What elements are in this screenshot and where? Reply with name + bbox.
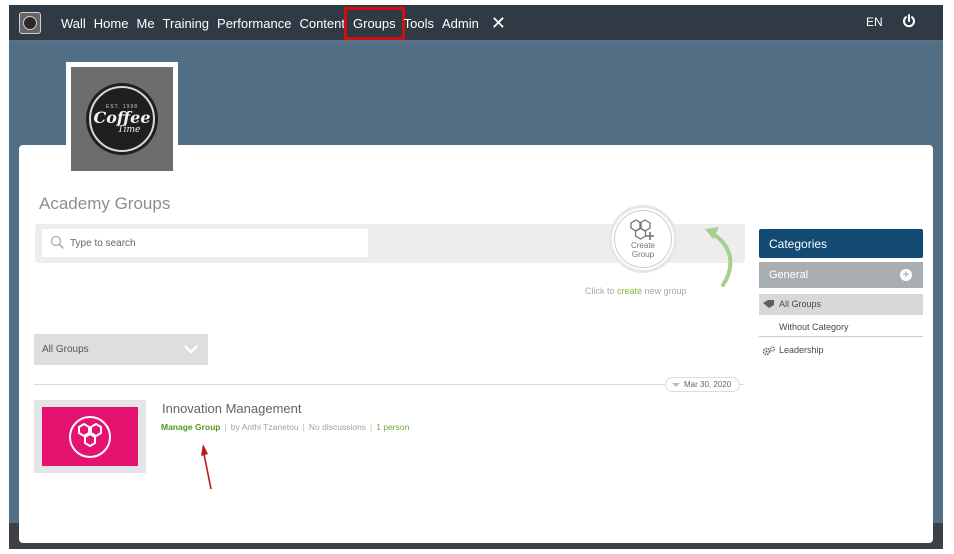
coffee-time-logo-icon: EST. 1998 Coffee Time [89, 86, 155, 152]
search-icon [50, 235, 64, 249]
create-group-button[interactable]: Create Group [609, 205, 677, 273]
nav-item-home[interactable]: Home [94, 16, 129, 31]
category-leadership-label: Leadership [779, 345, 824, 355]
app-logo-icon[interactable] [19, 12, 41, 34]
manage-group-link[interactable]: Manage Group [161, 422, 221, 432]
logo-main-text: Coffee [93, 107, 151, 127]
category-leadership[interactable]: Leadership [759, 343, 923, 361]
category-general-label: General [769, 269, 809, 281]
close-x-icon[interactable]: ✕ [491, 13, 506, 34]
app-window: Wall Home Me Training Performance Conten… [9, 5, 943, 549]
annotation-arrow-icon [201, 444, 212, 490]
top-navbar: Wall Home Me Training Performance Conten… [9, 5, 943, 41]
create-hint-pre: Click to [585, 286, 615, 296]
groups-filter-select[interactable]: All Groups [34, 334, 208, 365]
date-divider [34, 384, 744, 385]
nav-item-content[interactable]: Content [299, 16, 345, 31]
academy-logo: EST. 1998 Coffee Time [66, 62, 178, 171]
create-group-label-1: Create [630, 241, 655, 250]
nav-item-training[interactable]: Training [163, 16, 209, 31]
filter-selected-value: All Groups [42, 344, 89, 355]
group-meta: Manage Group | by Anthi Tzanetou | No discus… [161, 422, 410, 432]
group-hexagons-icon [69, 415, 111, 458]
group-author: by Anthi Tzanetou [230, 422, 299, 432]
group-discussions: No discussions [308, 422, 367, 432]
tag-icon [763, 300, 774, 308]
category-all-groups[interactable]: All Groups [759, 294, 923, 315]
group-thumbnail[interactable] [34, 400, 146, 473]
nav-item-tools[interactable]: Tools [404, 16, 434, 31]
search-field-wrap [42, 229, 368, 257]
nav-menu: Wall Home Me Training Performance Conten… [61, 5, 506, 41]
content-card: Academy Groups Create Gr [19, 145, 933, 543]
nav-item-wall[interactable]: Wall [61, 16, 86, 31]
page-title: Academy Groups [39, 194, 171, 213]
create-group-label-2: Group [631, 250, 655, 259]
category-without[interactable]: Without Category [759, 317, 923, 337]
create-hint: Click to create new group [585, 286, 687, 296]
nav-item-admin[interactable]: Admin [442, 16, 479, 31]
power-icon[interactable] [902, 14, 916, 28]
category-without-label: Without Category [779, 322, 849, 332]
chevron-down-icon [184, 345, 198, 354]
plus-circle-icon[interactable]: + [900, 269, 912, 281]
create-hint-post: new group [644, 286, 687, 296]
group-name[interactable]: Innovation Management [162, 401, 301, 416]
group-members-link[interactable]: 1 person [376, 422, 409, 432]
categories-header: Categories [759, 229, 923, 258]
search-input[interactable] [70, 229, 360, 257]
language-selector[interactable]: EN [866, 15, 883, 29]
category-general[interactable]: General + [759, 262, 923, 288]
curved-arrow-icon [705, 227, 733, 287]
nav-item-me[interactable]: Me [136, 16, 154, 31]
nav-item-groups[interactable]: Groups [344, 6, 405, 40]
create-group-icon [630, 219, 654, 240]
gears-icon [762, 346, 776, 356]
date-badge: Mar 30, 2020 [665, 377, 741, 392]
logo-sub-text: Time [117, 124, 141, 135]
category-all-groups-label: All Groups [779, 299, 822, 309]
create-hint-link[interactable]: create [617, 286, 642, 296]
nav-item-performance[interactable]: Performance [217, 16, 291, 31]
